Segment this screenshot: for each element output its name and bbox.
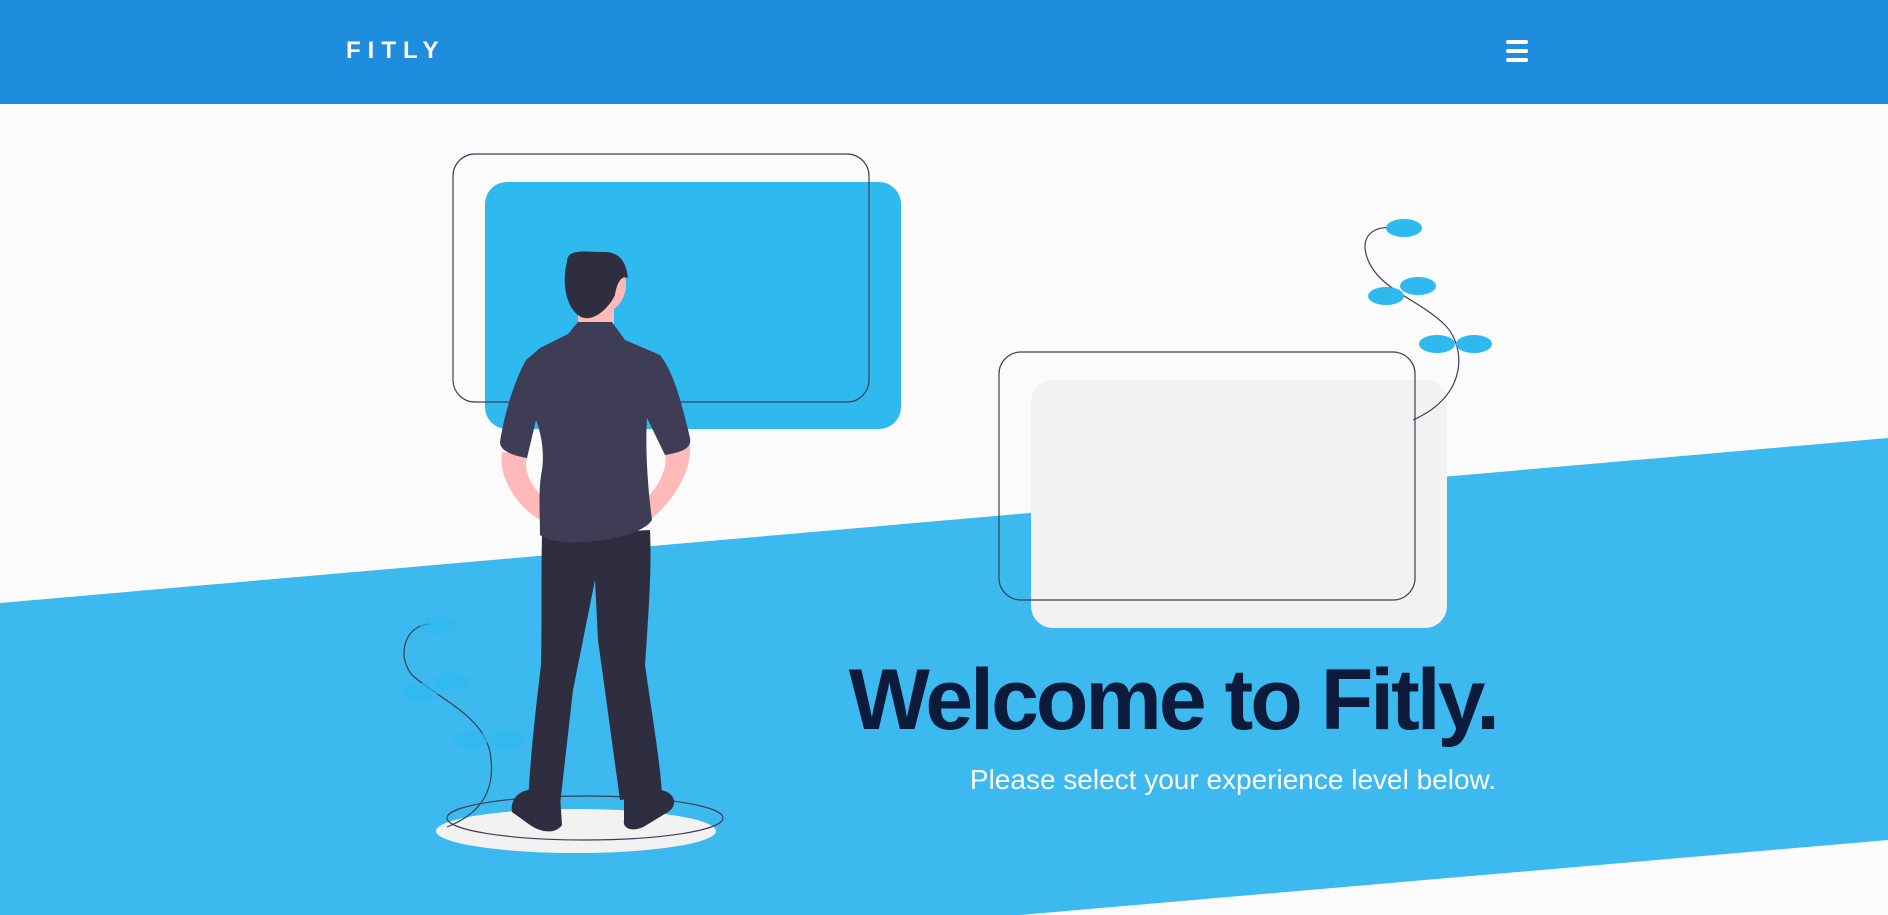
brand-logo[interactable]: FITLY <box>346 36 445 66</box>
navbar: FITLY <box>0 0 1888 104</box>
floor-shadow <box>436 809 716 853</box>
menu-bar-bottom <box>1506 58 1528 62</box>
hamburger-menu-icon[interactable] <box>1504 40 1530 64</box>
menu-bar-middle <box>1506 49 1528 53</box>
right-screen-fill <box>1031 380 1447 628</box>
hero-illustration <box>0 153 1888 915</box>
menu-bar-top <box>1506 40 1528 44</box>
page-subtitle: Please select your experience level belo… <box>969 764 1496 795</box>
page-title: Welcome to Fitly. <box>848 652 1500 748</box>
